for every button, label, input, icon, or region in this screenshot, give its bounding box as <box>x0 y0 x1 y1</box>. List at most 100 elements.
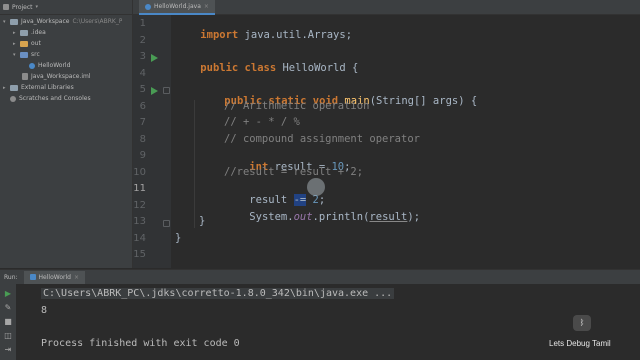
static-field: out <box>293 211 313 223</box>
tree-item-label: External Libraries <box>21 84 74 91</box>
code-text: System. <box>249 211 294 223</box>
chevron-right-icon[interactable]: ▸ <box>13 41 20 47</box>
wrench-icon[interactable]: ✎ <box>4 304 12 312</box>
fold-icon[interactable] <box>163 87 170 94</box>
project-header[interactable]: Project ▾ <box>0 0 132 15</box>
channel-logo-icon: ᛒ <box>573 315 591 331</box>
code-line-14: } <box>175 232 182 244</box>
chevron-down-icon[interactable]: ▾ <box>13 52 20 58</box>
line-number: 13 <box>133 216 146 227</box>
keyword: import <box>200 29 239 41</box>
run-config-icon <box>29 274 36 280</box>
chevron-down-icon[interactable]: ▾ <box>36 4 39 10</box>
line-number: 1 <box>139 18 146 29</box>
stop-icon[interactable]: ■ <box>4 318 12 326</box>
tree-item-label: Java_Workspace.iml <box>31 73 91 80</box>
console-command: C:\Users\ABRK_PC\.jdks\corretto-1.8.0_34… <box>41 288 395 299</box>
code-line-3: public class HelloWorld { <box>175 50 358 86</box>
run-label: Run: <box>4 273 18 281</box>
console-output-line: 8 <box>41 305 48 316</box>
scratches-icon <box>10 95 16 102</box>
code-editor[interactable]: import java.util.Arrays; public class He… <box>171 15 640 268</box>
console-output[interactable]: C:\Users\ABRK_PC\.jdks\corretto-1.8.0_34… <box>17 284 640 360</box>
code-line-6: // Arithmetic operation <box>224 100 370 112</box>
project-panel: Project ▾ ▾ Java_Workspace C:\Users\ABRK… <box>0 0 133 268</box>
line-number: 14 <box>133 233 146 244</box>
folder-icon <box>20 29 28 36</box>
tree-item-external-libraries[interactable]: ▸ External Libraries <box>3 82 74 93</box>
tree-item-helloworld[interactable]: HelloWorld <box>29 60 70 71</box>
run-toolbar: ▶ ✎ ■ ◫ ⇥ <box>0 284 16 360</box>
channel-watermark: Lets Debug Tamil <box>549 339 611 348</box>
code-text: ); <box>407 211 421 223</box>
code-line-8: // compound assignment operator <box>224 133 420 145</box>
tree-item-iml[interactable]: Java_Workspace.iml <box>22 71 91 82</box>
run-tab-label: HelloWorld <box>38 273 71 281</box>
library-icon <box>10 84 18 91</box>
line-number: 3 <box>139 51 146 62</box>
keyword: public class <box>200 62 277 74</box>
line-number: 10 <box>133 167 146 178</box>
tree-item-label: src <box>31 51 40 58</box>
console-command-text[interactable]: C:\Users\ABRK_PC\.jdks\corretto-1.8.0_34… <box>41 288 395 299</box>
line-number: 11 <box>133 183 146 194</box>
close-icon[interactable]: × <box>204 3 209 10</box>
close-icon[interactable]: × <box>74 274 79 281</box>
editor-tab-bar: HelloWorld.java × <box>133 0 640 15</box>
code-text: HelloWorld { <box>276 62 359 74</box>
tab-helloworld-java[interactable]: HelloWorld.java × <box>139 0 215 15</box>
line-number: 5 <box>139 84 146 95</box>
console-exit-message: Process finished with exit code 0 <box>41 338 240 349</box>
mouse-cursor-highlight <box>307 178 325 196</box>
tree-item-label: Java_Workspace <box>21 18 70 25</box>
run-panel-header: Run: HelloWorld × <box>0 269 640 284</box>
run-main-icon[interactable] <box>151 87 158 95</box>
tab-label: HelloWorld.java <box>154 3 201 10</box>
code-line-10: //result = result + 2; <box>224 166 364 178</box>
chevron-down-icon[interactable]: ▾ <box>3 19 10 25</box>
line-number: 6 <box>139 101 146 112</box>
chevron-right-icon[interactable]: ▸ <box>3 85 10 91</box>
tree-item-out[interactable]: ▸ out <box>13 38 41 49</box>
project-icon <box>3 4 9 10</box>
file-icon <box>22 73 28 80</box>
rerun-icon[interactable]: ▶ <box>4 290 12 298</box>
run-class-icon[interactable] <box>151 54 158 62</box>
line-number: 9 <box>139 150 146 161</box>
tree-item-label: Scratches and Consoles <box>19 95 91 102</box>
variable-reference: result <box>369 211 408 223</box>
camera-icon[interactable]: ◫ <box>4 332 12 340</box>
line-number: 7 <box>139 117 146 128</box>
class-icon <box>29 62 35 69</box>
line-number: 2 <box>139 35 146 46</box>
tree-item-java-workspace[interactable]: ▾ Java_Workspace C:\Users\ABRK_P <box>3 16 131 27</box>
tree-item-idea[interactable]: ▸ .idea <box>13 27 46 38</box>
code-line-1: import java.util.Arrays; <box>175 17 352 53</box>
project-title: Project <box>12 3 33 11</box>
code-text: java.util.Arrays; <box>238 29 353 41</box>
class-icon <box>145 3 151 10</box>
tree-item-label: HelloWorld <box>38 62 71 69</box>
code-text: .println( <box>312 211 370 223</box>
tree-item-src[interactable]: ▾ src <box>13 49 40 60</box>
code-line-13: } <box>199 215 206 227</box>
folder-icon <box>20 40 28 47</box>
folder-icon <box>10 18 18 25</box>
code-text: (String[] args) { <box>369 95 478 107</box>
chevron-right-icon[interactable]: ▸ <box>13 30 20 36</box>
run-tab-helloworld[interactable]: HelloWorld × <box>23 270 85 284</box>
line-number: 12 <box>133 200 146 211</box>
editor-gutter: 1 2 3 4 5 6 7 8 9 10 11 12 13 14 15 <box>133 15 171 268</box>
code-line-7: // + - * / % <box>224 116 300 128</box>
tree-item-label: .idea <box>31 29 46 36</box>
restore-layout-icon[interactable]: ⇥ <box>4 346 12 354</box>
tree-item-path: C:\Users\ABRK_P <box>72 18 123 25</box>
fold-icon[interactable] <box>163 220 170 227</box>
code-line-12: System.out.println(result); <box>224 199 420 235</box>
line-number: 15 <box>133 249 146 260</box>
folder-icon <box>20 51 28 58</box>
indent-guide <box>194 100 195 228</box>
tree-item-scratches[interactable]: Scratches and Consoles <box>10 93 91 104</box>
line-number: 4 <box>139 68 146 79</box>
line-number: 8 <box>139 134 146 145</box>
